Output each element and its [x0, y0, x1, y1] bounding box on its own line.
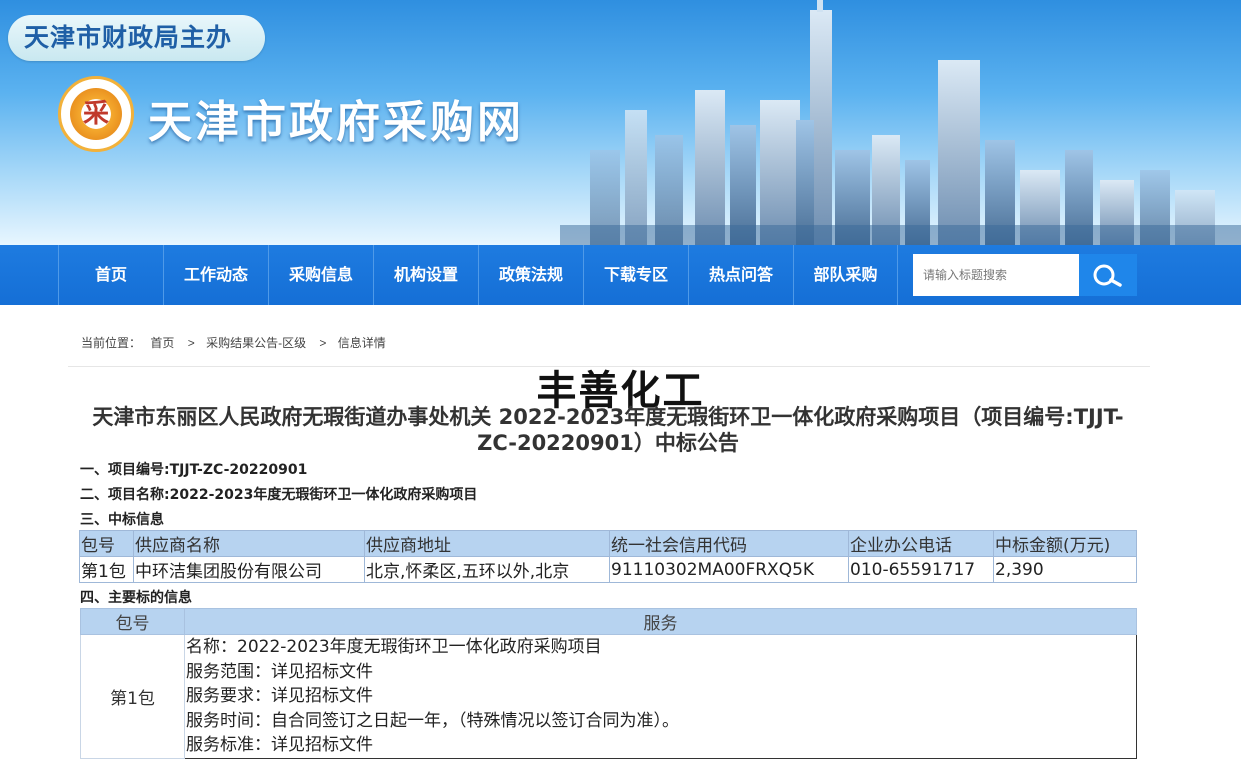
award-header-package: 包号: [79, 530, 134, 557]
service-line-requirements: 服务要求：详见招标文件: [186, 686, 373, 707]
breadcrumb-label: 当前位置：: [81, 336, 142, 350]
site-title: 天津市政府采购网: [148, 97, 524, 148]
award-cell-credit-code: 91110302MA00FRXQ5K: [609, 556, 849, 583]
search-input[interactable]: [913, 254, 1079, 296]
nav-item-faq[interactable]: 热点问答: [688, 245, 793, 305]
nav-item-downloads[interactable]: 下载专区: [583, 245, 688, 305]
site-banner: 天津市财政局主办 采 天津市政府采购网: [0, 0, 1241, 245]
search-button[interactable]: [1079, 254, 1137, 296]
award-cell-amount: 2,390: [993, 556, 1137, 583]
breadcrumb-item-results[interactable]: 采购结果公告-区级: [206, 336, 306, 350]
table-row: 第1包 名称：2022-2023年度无瑕街环卫一体化政府采购项目 服务范围：详见…: [80, 634, 1137, 759]
award-cell-package: 第1包: [79, 556, 134, 583]
award-cell-supplier-name: 中环洁集团股份有限公司: [133, 556, 365, 583]
award-table-header-row: 包号 供应商名称 供应商地址 统一社会信用代码 企业办公电话 中标金额(万元): [79, 530, 1137, 557]
site-logo[interactable]: 采: [58, 76, 134, 152]
subject-header-package: 包号: [80, 608, 185, 635]
nav-item-work-news[interactable]: 工作动态: [163, 245, 268, 305]
breadcrumb-item-current: 信息详情: [337, 336, 386, 350]
section-project-name: 二、项目名称:2022-2023年度无瑕街环卫一体化政府采购项目: [80, 487, 478, 503]
breadcrumb: 当前位置： 首页 > 采购结果公告-区级 > 信息详情: [81, 334, 392, 351]
award-table: 包号 供应商名称 供应商地址 统一社会信用代码 企业办公电话 中标金额(万元) …: [79, 530, 1137, 583]
award-header-amount: 中标金额(万元): [993, 530, 1137, 557]
breadcrumb-item-home[interactable]: 首页: [150, 336, 174, 350]
service-line-duration: 服务时间：自合同签订之日起一年，（特殊情况以签订合同为准）。: [186, 710, 679, 731]
award-cell-phone: 010-65591717: [848, 556, 994, 583]
section-award-info: 三、中标信息: [80, 512, 164, 528]
award-header-credit-code: 统一社会信用代码: [609, 530, 849, 557]
award-header-phone: 企业办公电话: [848, 530, 994, 557]
breadcrumb-separator: >: [187, 336, 195, 350]
breadcrumb-separator: >: [319, 336, 327, 350]
award-header-supplier-address: 供应商地址: [364, 530, 610, 557]
section-subject-info: 四、主要标的信息: [80, 590, 192, 606]
host-badge: 天津市财政局主办: [8, 15, 265, 61]
article-title: 天津市东丽区人民政府无瑕街道办事处机关 2022-2023年度无瑕街环卫一体化政…: [92, 405, 1124, 455]
service-line-scope: 服务范围：详见招标文件: [186, 661, 373, 682]
service-line-name: 名称：2022-2023年度无瑕街环卫一体化政府采购项目: [186, 637, 602, 657]
table-row: 第1包 中环洁集团股份有限公司 北京,怀柔区,五环以外,北京 91110302M…: [79, 556, 1137, 583]
nav-item-policies[interactable]: 政策法规: [478, 245, 583, 305]
service-line-standard: 服务标准：详见招标文件: [186, 735, 373, 756]
subject-cell-package: 第1包: [80, 634, 185, 759]
subject-header-service: 服务: [184, 608, 1137, 635]
logo-emblem-icon: 采: [70, 88, 122, 140]
subject-table: 包号 服务 第1包 名称：2022-2023年度无瑕街环卫一体化政府采购项目 服…: [80, 608, 1137, 759]
nav-item-military-procurement[interactable]: 部队采购: [793, 245, 898, 305]
section-project-number: 一、项目编号:TJJT-ZC-20220901: [80, 462, 308, 478]
award-header-supplier-name: 供应商名称: [133, 530, 365, 557]
nav-item-home[interactable]: 首页: [58, 245, 163, 305]
subject-cell-service: 名称：2022-2023年度无瑕街环卫一体化政府采购项目 服务范围：详见招标文件…: [184, 634, 1137, 759]
city-skyline-image: [560, 0, 1241, 245]
search-icon: [1093, 264, 1122, 287]
nav-items: 首页 工作动态 采购信息 机构设置 政策法规 下载专区 热点问答 部队采购: [58, 245, 898, 305]
nav-item-procurement-info[interactable]: 采购信息: [268, 245, 373, 305]
nav-item-organization[interactable]: 机构设置: [373, 245, 478, 305]
subject-table-header-row: 包号 服务: [80, 608, 1137, 635]
award-cell-supplier-address: 北京,怀柔区,五环以外,北京: [364, 556, 610, 583]
